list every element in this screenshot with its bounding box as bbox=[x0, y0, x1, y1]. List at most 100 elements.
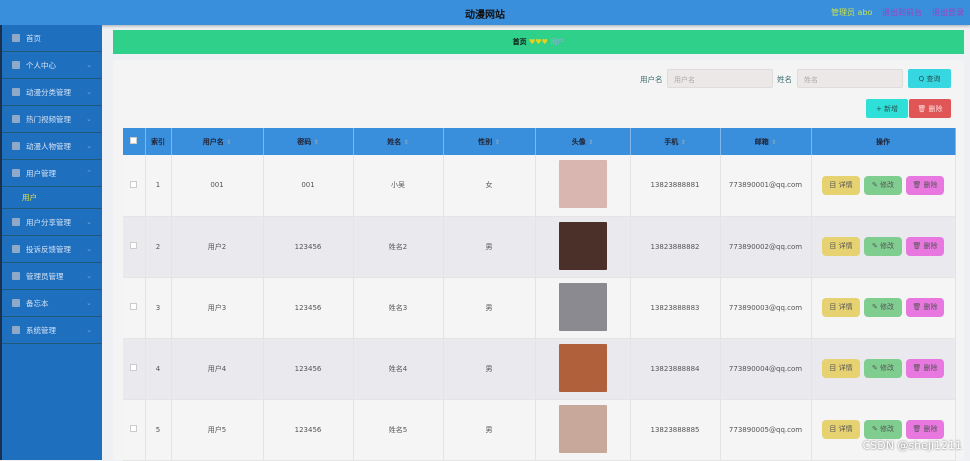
cell-avatar bbox=[535, 216, 631, 278]
menu-icon bbox=[12, 169, 20, 177]
sidebar-item-4[interactable]: 动漫人物管理 ⌄ bbox=[2, 133, 102, 160]
sort-icon: ⇕ bbox=[494, 138, 500, 146]
edit-button[interactable]: ✎ 修改 bbox=[864, 175, 902, 195]
edit-button[interactable]: ✎ 修改 bbox=[864, 420, 902, 439]
query-button[interactable]: Q 查询 bbox=[908, 69, 951, 88]
name-label: 姓名 bbox=[777, 75, 792, 84]
sidebar: 首页 个人中心 ⌄ 动漫分类管理 ⌄ 热门视频管理 ⌄ 动漫人物管理 ⌄ 用户管理 ⌃ 用户 用户分享管… bbox=[0, 25, 102, 460]
sort-icon: ⇕ bbox=[588, 138, 594, 146]
username-input[interactable]: 用户名 bbox=[667, 69, 773, 88]
cell-ops: 目 详情 ✎ 修改 🗑 删除 bbox=[811, 216, 956, 278]
logout-link[interactable]: 退出登录 bbox=[932, 7, 964, 18]
sidebar-item-5[interactable]: 用户管理 ⌃ bbox=[2, 160, 102, 187]
row-checkbox[interactable] bbox=[123, 155, 146, 217]
cell-sex: 男 bbox=[443, 399, 536, 461]
sidebar-item-6[interactable]: 用户分享管理 ⌄ bbox=[2, 209, 102, 236]
row-checkbox[interactable] bbox=[123, 277, 146, 339]
detail-button[interactable]: 目 详情 bbox=[822, 298, 860, 317]
delete-button[interactable]: 🗑 删除 bbox=[906, 298, 944, 317]
cell-avatar bbox=[535, 399, 631, 461]
menu-icon bbox=[12, 34, 20, 42]
cell-sex: 男 bbox=[443, 277, 536, 339]
column-header: 索引 bbox=[145, 128, 172, 155]
cell-idx: 5 bbox=[145, 399, 172, 461]
cell-phone: 13823888882 bbox=[630, 216, 721, 278]
column-header[interactable]: 性别 ⇕ bbox=[443, 128, 536, 155]
add-button[interactable]: + 新增 bbox=[866, 99, 908, 118]
edit-button[interactable]: ✎ 修改 bbox=[864, 359, 902, 378]
column-header[interactable]: 姓名 ⇕ bbox=[353, 128, 444, 155]
row-checkbox[interactable] bbox=[123, 338, 146, 400]
chevron-down-icon: ⌄ bbox=[86, 115, 92, 123]
delete-button[interactable]: 🗑 删除 bbox=[906, 359, 944, 378]
cell-email: 773890003@qq.com bbox=[720, 277, 812, 339]
detail-button[interactable]: 目 详情 bbox=[822, 420, 860, 439]
column-header[interactable]: 密码 ⇕ bbox=[263, 128, 354, 155]
table-row: 4 用户4 123456 姓名4 男 13823888884 773890004@qq.co… bbox=[123, 338, 956, 400]
batch-delete-button[interactable]: 🗑 删除 bbox=[909, 99, 951, 118]
detail-button[interactable]: 目 详情 bbox=[822, 175, 860, 195]
chevron-down-icon: ⌄ bbox=[86, 272, 92, 280]
sidebar-item-7[interactable]: 投诉反馈管理 ⌄ bbox=[2, 236, 102, 263]
cell-avatar bbox=[535, 155, 631, 217]
sidebar-item-10[interactable]: 系统管理 ⌄ bbox=[2, 317, 102, 344]
cell-email: 773890005@qq.com bbox=[720, 399, 812, 461]
cell-pwd: 123456 bbox=[263, 399, 354, 461]
avatar bbox=[558, 160, 607, 209]
breadcrumb-home[interactable]: 首页 bbox=[513, 38, 527, 46]
cell-phone: 13823888883 bbox=[630, 277, 721, 339]
cell-ops: 目 详情 ✎ 修改 🗑 删除 bbox=[811, 277, 956, 339]
edit-button[interactable]: ✎ 修改 bbox=[864, 298, 902, 317]
row-checkbox[interactable] bbox=[123, 399, 146, 461]
sidebar-item-9[interactable]: 备忘本 ⌄ bbox=[2, 290, 102, 317]
avatar bbox=[558, 404, 607, 453]
cell-sex: 女 bbox=[443, 155, 536, 217]
cell-avatar bbox=[535, 277, 631, 339]
sort-icon: ⇕ bbox=[313, 138, 319, 146]
app-title: 动漫网站 bbox=[465, 10, 505, 21]
sidebar-item-1[interactable]: 个人中心 ⌄ bbox=[2, 52, 102, 79]
cell-avatar bbox=[535, 338, 631, 400]
cell-email: 773890004@qq.com bbox=[720, 338, 812, 400]
detail-button[interactable]: 目 详情 bbox=[822, 237, 860, 256]
column-header[interactable]: 用户名 ⇕ bbox=[171, 128, 264, 155]
cell-name: 姓名3 bbox=[353, 277, 444, 339]
sidebar-item-0[interactable]: 首页 bbox=[2, 25, 102, 52]
avatar bbox=[558, 221, 607, 270]
avatar bbox=[558, 282, 607, 331]
sidebar-item-2[interactable]: 动漫分类管理 ⌄ bbox=[2, 79, 102, 106]
menu-icon bbox=[12, 142, 20, 150]
cell-pwd: 123456 bbox=[263, 216, 354, 278]
delete-button[interactable]: 🗑 删除 bbox=[906, 420, 944, 439]
name-input[interactable]: 姓名 bbox=[797, 69, 903, 88]
detail-button[interactable]: 目 详情 bbox=[822, 359, 860, 378]
select-all[interactable] bbox=[123, 128, 146, 155]
row-checkbox[interactable] bbox=[123, 216, 146, 278]
cell-name: 小吴 bbox=[353, 155, 444, 217]
cell-idx: 4 bbox=[145, 338, 172, 400]
sidebar-item-label: 热门视频管理 bbox=[26, 114, 71, 124]
cell-phone: 13823888885 bbox=[630, 399, 721, 461]
table-row: 1 001 001 小吴女 13823888881 773890001@qq.com 目 详… bbox=[123, 155, 956, 217]
cell-pwd: 123456 bbox=[263, 277, 354, 339]
column-header[interactable]: 邮箱 ⇕ bbox=[720, 128, 812, 155]
cell-sex: 男 bbox=[443, 338, 536, 400]
sidebar-subitem-user[interactable]: 用户 bbox=[2, 187, 102, 209]
menu-icon bbox=[12, 88, 20, 96]
chevron-down-icon: ⌄ bbox=[86, 61, 92, 69]
sidebar-item-8[interactable]: 管理员管理 ⌄ bbox=[2, 263, 102, 290]
delete-button[interactable]: 🗑 删除 bbox=[906, 175, 944, 195]
delete-button[interactable]: 🗑 删除 bbox=[906, 237, 944, 256]
sidebar-item-label: 用户分享管理 bbox=[26, 217, 71, 227]
menu-icon bbox=[12, 326, 20, 334]
chevron-down-icon: ⌄ bbox=[86, 245, 92, 253]
table-row: 2 用户2 123456 姓名2 男 13823888882 773890002@qq.co… bbox=[123, 216, 956, 278]
edit-button[interactable]: ✎ 修改 bbox=[864, 237, 902, 256]
chevron-down-icon: ⌄ bbox=[86, 88, 92, 96]
user-table: 索引 用户名 ⇕ 密码 ⇕ 姓名 ⇕ 性别 ⇕ 头像 ⇕ 手机 ⇕ 邮箱 ⇕ 操作 1 001 00… bbox=[123, 128, 956, 461]
column-header[interactable]: 手机 ⇕ bbox=[630, 128, 721, 155]
column-header[interactable]: 头像 ⇕ bbox=[535, 128, 631, 155]
cell-idx: 2 bbox=[145, 216, 172, 278]
back-to-front-link[interactable]: 退出到前台 bbox=[882, 7, 922, 18]
sidebar-item-3[interactable]: 热门视频管理 ⌄ bbox=[2, 106, 102, 133]
